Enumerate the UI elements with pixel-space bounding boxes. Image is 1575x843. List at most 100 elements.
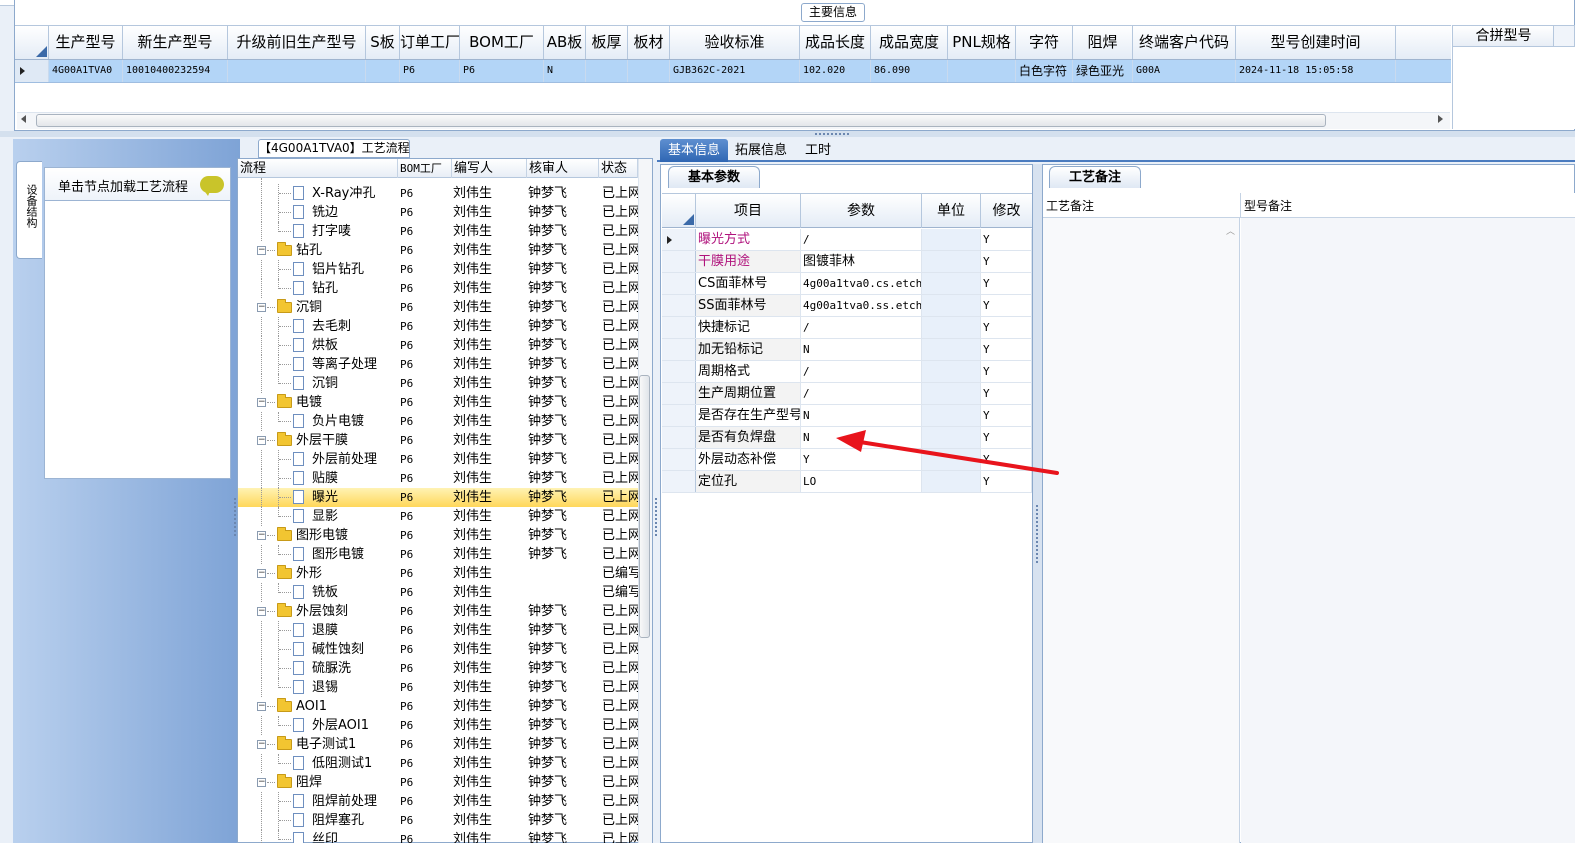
process-node-label[interactable]: 钻孔 [296, 241, 322, 260]
param-unit-cell[interactable] [922, 427, 981, 448]
process-step-label[interactable]: 图形电镀 [312, 545, 364, 564]
process-row[interactable]: 贴膜 P6 刘伟生 钟梦飞 已上网 [238, 469, 638, 488]
param-row[interactable]: 生产周期位置 / Y [662, 383, 1032, 405]
main-col-header[interactable]: 终端客户代码 [1133, 26, 1236, 59]
process-row[interactable]: 等离子处理 P6 刘伟生 钟梦飞 已上网 [238, 355, 638, 374]
param-edit-cell[interactable]: Y [981, 405, 1032, 426]
params-col-edit[interactable]: 修改 [981, 194, 1032, 228]
process-row[interactable]: − 外形 P6 刘伟生 已编写 [238, 564, 638, 583]
param-edit-cell[interactable]: Y [981, 317, 1032, 338]
process-notes-tab[interactable]: 工艺备注 [1049, 166, 1141, 188]
process-row[interactable]: 打字唛 P6 刘伟生 钟梦飞 已上网 [238, 222, 638, 241]
process-step-label[interactable]: 阻焊前处理 [312, 792, 377, 811]
param-value-cell[interactable]: / [801, 361, 922, 382]
main-cell[interactable] [586, 60, 628, 82]
param-unit-cell[interactable] [922, 295, 981, 316]
basic-params-tab[interactable]: 基本参数 [668, 166, 760, 188]
process-step-label[interactable]: 铝片钻孔 [312, 260, 364, 279]
splitter-grip-icon[interactable] [815, 133, 851, 135]
param-edit-cell[interactable]: Y [981, 273, 1032, 294]
main-cell[interactable] [366, 60, 400, 82]
process-step-label[interactable]: 硫脲洗 [312, 659, 351, 678]
param-row[interactable]: 外层动态补偿 Y Y [662, 449, 1032, 471]
main-col-header[interactable]: 阻焊 [1073, 26, 1133, 59]
notes-scroll-up-icon[interactable]: ︿ [1226, 224, 1235, 237]
param-unit-cell[interactable] [922, 361, 981, 382]
process-step-label[interactable]: 退膜 [312, 621, 338, 640]
process-row[interactable]: − 沉铜 P6 刘伟生 钟梦飞 已上网 [238, 298, 638, 317]
process-node-label[interactable]: 外层干膜 [296, 431, 348, 450]
main-col-header[interactable]: 板材 [628, 26, 670, 59]
param-value-cell[interactable]: / [801, 383, 922, 404]
param-value-cell[interactable]: 4g00a1tva0.cs.etch [801, 273, 922, 294]
main-cell[interactable]: GJB362C-2021 [670, 60, 800, 82]
param-unit-cell[interactable] [922, 471, 981, 492]
param-row[interactable]: 周期格式 / Y [662, 361, 1032, 383]
tab-work-hours[interactable]: 工时 [796, 139, 840, 162]
params-notes-splitter[interactable] [1033, 164, 1042, 843]
process-row[interactable]: 铣板 P6 刘伟生 已编写 [238, 583, 638, 602]
process-node-label[interactable]: 阻焊 [296, 773, 322, 792]
process-row[interactable]: 退锡 P6 刘伟生 钟梦飞 已上网 [238, 678, 638, 697]
process-row[interactable]: 图形电镀 P6 刘伟生 钟梦飞 已上网 [238, 545, 638, 564]
process-node-label[interactable]: 沉铜 [296, 298, 322, 317]
main-col-header[interactable]: AB板 [544, 26, 586, 59]
param-value-cell[interactable]: N [801, 405, 922, 426]
param-row[interactable]: 是否有负焊盘 N Y [662, 427, 1032, 449]
left-splitter-grip-icon[interactable] [234, 498, 236, 538]
right-splitter-grip-icon[interactable] [1036, 505, 1038, 565]
param-edit-cell[interactable]: Y [981, 229, 1032, 250]
process-step-label[interactable]: 低阻测试1 [312, 754, 372, 773]
param-unit-cell[interactable] [922, 383, 981, 404]
param-unit-cell[interactable] [922, 229, 981, 250]
main-col-header[interactable]: PNL规格 [948, 26, 1016, 59]
param-row[interactable]: 快捷标记 / Y [662, 317, 1032, 339]
param-row[interactable]: 干膜用途 图镀菲林 Y [662, 251, 1032, 273]
param-row[interactable]: 曝光方式 / Y [662, 229, 1032, 251]
main-cell[interactable]: 2024-11-18 15:05:58 [1236, 60, 1396, 82]
process-node-label[interactable]: 电镀 [296, 393, 322, 412]
process-col-header[interactable]: 状态 [599, 159, 638, 178]
main-cell[interactable] [628, 60, 670, 82]
param-value-cell[interactable]: 4g00a1tva0.ss.etch [801, 295, 922, 316]
process-row[interactable]: − 图形电镀 P6 刘伟生 钟梦飞 已上网 [238, 526, 638, 545]
param-value-cell[interactable]: Y [801, 449, 922, 470]
process-step-label[interactable]: 显影 [312, 507, 338, 526]
process-row[interactable]: 沉铜 P6 刘伟生 钟梦飞 已上网 [238, 374, 638, 393]
process-step-label[interactable]: 丝印 [312, 830, 338, 843]
main-cell[interactable]: 4G00A1TVA0 [49, 60, 123, 82]
main-col-header[interactable]: 成品长度 [800, 26, 871, 59]
param-unit-cell[interactable] [922, 449, 981, 470]
process-step-label[interactable]: 曝光 [312, 488, 338, 507]
process-col-header[interactable]: BOM工厂 [398, 159, 452, 178]
process-step-label[interactable]: 烘板 [312, 336, 338, 355]
process-row[interactable]: 铝片钻孔 P6 刘伟生 钟梦飞 已上网 [238, 260, 638, 279]
process-row[interactable]: 显影 P6 刘伟生 钟梦飞 已上网 [238, 507, 638, 526]
main-cell[interactable]: 10010400232594 [123, 60, 228, 82]
process-row[interactable]: 去毛刺 P6 刘伟生 钟梦飞 已上网 [238, 317, 638, 336]
main-col-header[interactable]: 升级前旧生产型号 [228, 26, 366, 59]
main-grid-hscroll-thumb[interactable] [36, 114, 1326, 127]
process-step-label[interactable]: 外层前处理 [312, 450, 377, 469]
param-value-cell[interactable]: N [801, 427, 922, 448]
process-row[interactable]: 低阻测试1 P6 刘伟生 钟梦飞 已上网 [238, 754, 638, 773]
collapse-toggle-icon[interactable]: − [257, 398, 266, 407]
main-col-header[interactable]: 字符 [1016, 26, 1073, 59]
process-step-label[interactable]: 退锡 [312, 678, 338, 697]
process-row[interactable]: − 阻焊 P6 刘伟生 钟梦飞 已上网 [238, 773, 638, 792]
process-step-label[interactable]: 等离子处理 [312, 355, 377, 374]
scroll-left-icon[interactable] [21, 115, 26, 123]
process-step-label[interactable]: 打字唛 [312, 222, 351, 241]
main-col-header[interactable]: 板厚 [586, 26, 628, 59]
merge-model-header[interactable]: 合拼型号 [1452, 25, 1555, 47]
tab-extended-info[interactable]: 拓展信息 [730, 139, 792, 162]
main-col-header[interactable]: 订单工厂 [400, 26, 460, 59]
param-edit-cell[interactable]: Y [981, 427, 1032, 448]
main-col-header[interactable]: 成品宽度 [871, 26, 948, 59]
param-edit-cell[interactable]: Y [981, 383, 1032, 404]
process-row[interactable]: 曝光 P6 刘伟生 钟梦飞 已上网 [238, 488, 638, 507]
main-cell[interactable]: 绿色亚光 [1073, 60, 1133, 82]
process-row[interactable]: 碱性蚀刻 P6 刘伟生 钟梦飞 已上网 [238, 640, 638, 659]
model-notes-body[interactable] [1241, 218, 1575, 843]
param-value-cell[interactable]: N [801, 339, 922, 360]
